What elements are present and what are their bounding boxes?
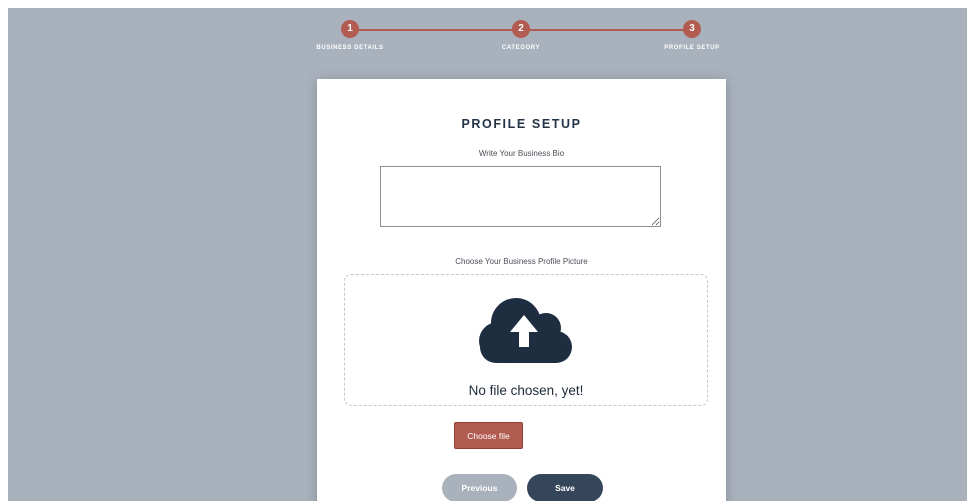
profile-setup-card: PROFILE SETUP Write Your Business Bio Ch… [317, 79, 726, 501]
progress-stepper: 1 BUSINESS DETAILS 2 CATEGORY 3 PROFILE … [8, 8, 967, 68]
step-label-profile-setup: PROFILE SETUP [664, 45, 720, 51]
step-label-business-details: BUSINESS DETAILS [316, 45, 384, 51]
step-number-3: 3 [683, 20, 701, 38]
page-background: 1 BUSINESS DETAILS 2 CATEGORY 3 PROFILE … [8, 8, 967, 501]
save-button[interactable]: Save [527, 474, 603, 501]
bio-label: Write Your Business Bio [478, 149, 565, 158]
previous-button[interactable]: Previous [442, 474, 517, 501]
choose-file-button[interactable]: Choose file [454, 422, 523, 449]
business-bio-textarea[interactable] [380, 166, 661, 227]
step-profile-setup[interactable]: 3 PROFILE SETUP [632, 20, 752, 51]
no-file-chosen-text: No file chosen, yet! [468, 383, 584, 398]
file-dropzone[interactable]: No file chosen, yet! [344, 274, 708, 406]
step-number-2: 2 [512, 20, 530, 38]
step-category[interactable]: 2 CATEGORY [461, 20, 581, 51]
step-business-details[interactable]: 1 BUSINESS DETAILS [290, 20, 410, 51]
step-label-category: CATEGORY [501, 45, 541, 51]
step-number-1: 1 [341, 20, 359, 38]
profile-picture-label: Choose Your Business Profile Picture [455, 257, 588, 266]
cloud-upload-icon [479, 298, 572, 363]
page-title: PROFILE SETUP [461, 117, 582, 131]
